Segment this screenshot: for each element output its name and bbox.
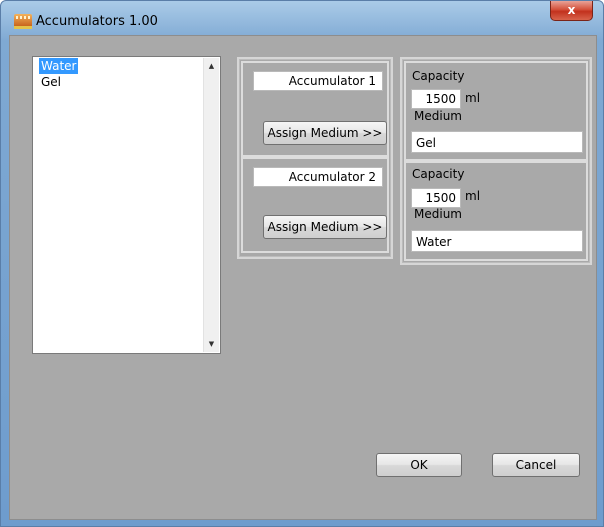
close-button[interactable]: x: [550, 1, 593, 21]
accumulator-2-assign-panel: Accumulator 2 Assign Medium >>: [241, 157, 389, 253]
accumulator-1-details-panel: Capacity 1500 ml Medium Gel: [404, 61, 588, 161]
app-icon: [14, 14, 32, 29]
ok-button[interactable]: OK: [376, 453, 462, 477]
accumulator-2-details-panel: Capacity 1500 ml Medium Water: [404, 161, 588, 261]
cancel-button[interactable]: Cancel: [492, 453, 580, 477]
capacity-1-input[interactable]: 1500: [411, 89, 461, 109]
capacity-2-input[interactable]: 1500: [411, 188, 461, 208]
assign-medium-1-button[interactable]: Assign Medium >>: [263, 121, 387, 145]
capacity-1-unit: ml: [465, 91, 481, 105]
list-scrollbar[interactable]: ▲ ▼: [203, 58, 219, 352]
accumulator-2-name: Accumulator 2: [253, 167, 383, 187]
medium-1-field[interactable]: Gel: [411, 131, 583, 153]
scroll-down-icon[interactable]: ▼: [204, 336, 219, 352]
capacity-2-label: Capacity: [412, 167, 465, 181]
dialog-window: Accumulators 1.00 x Water Gel ▲ ▼ Accumu…: [0, 0, 604, 527]
list-item-gel[interactable]: Gel: [39, 74, 63, 90]
medium-2-field[interactable]: Water: [411, 230, 583, 252]
list-item-water[interactable]: Water: [39, 58, 79, 74]
accumulator-1-assign-panel: Accumulator 1 Assign Medium >>: [241, 61, 389, 157]
scroll-up-icon[interactable]: ▲: [204, 58, 219, 74]
accumulator-1-name: Accumulator 1: [253, 71, 383, 91]
capacity-1-label: Capacity: [412, 69, 465, 83]
medium-2-label: Medium: [414, 207, 462, 221]
dialog-client-area: Water Gel ▲ ▼ Accumulator 1 Assign Mediu…: [9, 35, 597, 520]
media-listbox[interactable]: Water Gel ▲ ▼: [32, 56, 221, 354]
window-title: Accumulators 1.00: [36, 14, 158, 29]
assign-medium-2-button[interactable]: Assign Medium >>: [263, 215, 387, 239]
media-list-items: Water Gel: [34, 58, 203, 352]
accumulator-assign-group: Accumulator 1 Assign Medium >> Accumulat…: [237, 57, 393, 259]
close-icon: x: [567, 3, 576, 17]
accumulator-details-group: Capacity 1500 ml Medium Gel Capacity 150…: [400, 57, 592, 265]
capacity-2-unit: ml: [465, 189, 481, 203]
medium-1-label: Medium: [414, 109, 462, 123]
title-bar[interactable]: Accumulators 1.00 x: [1, 1, 603, 35]
